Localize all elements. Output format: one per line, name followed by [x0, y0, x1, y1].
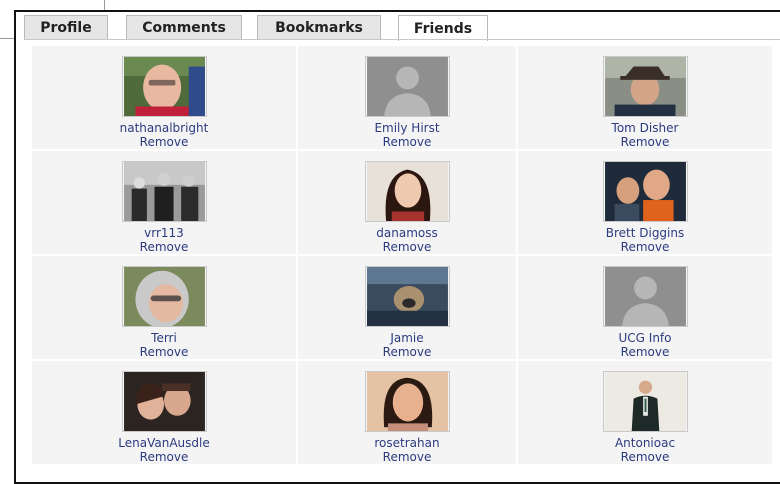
friend-card: UCG Info Remove — [518, 256, 772, 359]
tab-divider — [24, 39, 780, 40]
friend-name-link[interactable]: vrr113 — [144, 226, 184, 240]
friend-name-link[interactable]: LenaVanAusdle — [118, 436, 209, 450]
photo-woman-glasses-icon — [123, 267, 205, 326]
default-silhouette-icon — [366, 57, 448, 116]
friend-card: Antonioac Remove — [518, 361, 772, 464]
photo-man-with-hat-icon — [604, 57, 686, 116]
friend-name-link[interactable]: UCG Info — [619, 331, 672, 345]
friend-avatar[interactable] — [602, 371, 688, 432]
friend-name-link[interactable]: rosetrahan — [374, 436, 439, 450]
friend-avatar[interactable] — [364, 56, 450, 117]
remove-friend-link[interactable]: Remove — [140, 135, 189, 149]
friends-grid: nathanalbright Remove Emily Hirst Remove — [32, 46, 772, 464]
friend-name-link[interactable]: Jamie — [390, 331, 423, 345]
friend-card: Brett Diggins Remove — [518, 151, 772, 254]
friend-name-link[interactable]: danamoss — [376, 226, 437, 240]
friend-avatar[interactable] — [364, 371, 450, 432]
remove-friend-link[interactable]: Remove — [383, 450, 432, 464]
friend-name-link[interactable]: Tom Disher — [612, 121, 679, 135]
tab-bookmarks[interactable]: Bookmarks — [257, 15, 381, 39]
friend-card: Terri Remove — [32, 256, 296, 359]
friend-card: danamoss Remove — [298, 151, 516, 254]
photo-couple-icon — [123, 372, 205, 431]
photo-woman-dark-hair-icon — [366, 162, 448, 221]
remove-friend-link[interactable]: Remove — [140, 450, 189, 464]
friend-name-link[interactable]: Brett Diggins — [606, 226, 685, 240]
friend-avatar[interactable] — [364, 161, 450, 222]
friend-card: Jamie Remove — [298, 256, 516, 359]
friend-name-link[interactable]: Terri — [151, 331, 177, 345]
photo-man-in-suit-icon — [604, 372, 686, 431]
remove-friend-link[interactable]: Remove — [383, 135, 432, 149]
remove-friend-link[interactable]: Remove — [621, 345, 670, 359]
friend-avatar[interactable] — [121, 266, 207, 327]
friend-avatar[interactable] — [364, 266, 450, 327]
remove-friend-link[interactable]: Remove — [621, 240, 670, 254]
remove-friend-link[interactable]: Remove — [383, 345, 432, 359]
tab-profile[interactable]: Profile — [24, 15, 108, 39]
photo-man-smiling-icon — [123, 57, 205, 116]
profile-panel: Profile Comments Bookmarks Friends natha… — [14, 10, 780, 484]
friend-avatar[interactable] — [602, 266, 688, 327]
photo-dog-in-car-icon — [366, 267, 448, 326]
photo-woman-smiling-icon — [366, 372, 448, 431]
friend-avatar[interactable] — [121, 56, 207, 117]
remove-friend-link[interactable]: Remove — [140, 345, 189, 359]
friend-card: vrr113 Remove — [32, 151, 296, 254]
friend-card: Tom Disher Remove — [518, 46, 772, 149]
photo-two-men-icon — [604, 162, 686, 221]
friend-avatar[interactable] — [602, 56, 688, 117]
friend-avatar[interactable] — [121, 161, 207, 222]
friend-name-link[interactable]: nathanalbright — [120, 121, 209, 135]
friend-card: Emily Hirst Remove — [298, 46, 516, 149]
remove-friend-link[interactable]: Remove — [621, 450, 670, 464]
default-silhouette-icon — [604, 267, 686, 326]
photo-group-bw-icon — [123, 162, 205, 221]
friend-avatar[interactable] — [121, 371, 207, 432]
friend-name-link[interactable]: Emily Hirst — [374, 121, 439, 135]
remove-friend-link[interactable]: Remove — [621, 135, 670, 149]
friend-avatar[interactable] — [602, 161, 688, 222]
remove-friend-link[interactable]: Remove — [140, 240, 189, 254]
remove-friend-link[interactable]: Remove — [383, 240, 432, 254]
friend-card: rosetrahan Remove — [298, 361, 516, 464]
tab-comments[interactable]: Comments — [126, 15, 242, 39]
friend-card: nathanalbright Remove — [32, 46, 296, 149]
friend-card: LenaVanAusdle Remove — [32, 361, 296, 464]
tab-friends[interactable]: Friends — [398, 15, 488, 41]
friend-name-link[interactable]: Antonioac — [615, 436, 675, 450]
